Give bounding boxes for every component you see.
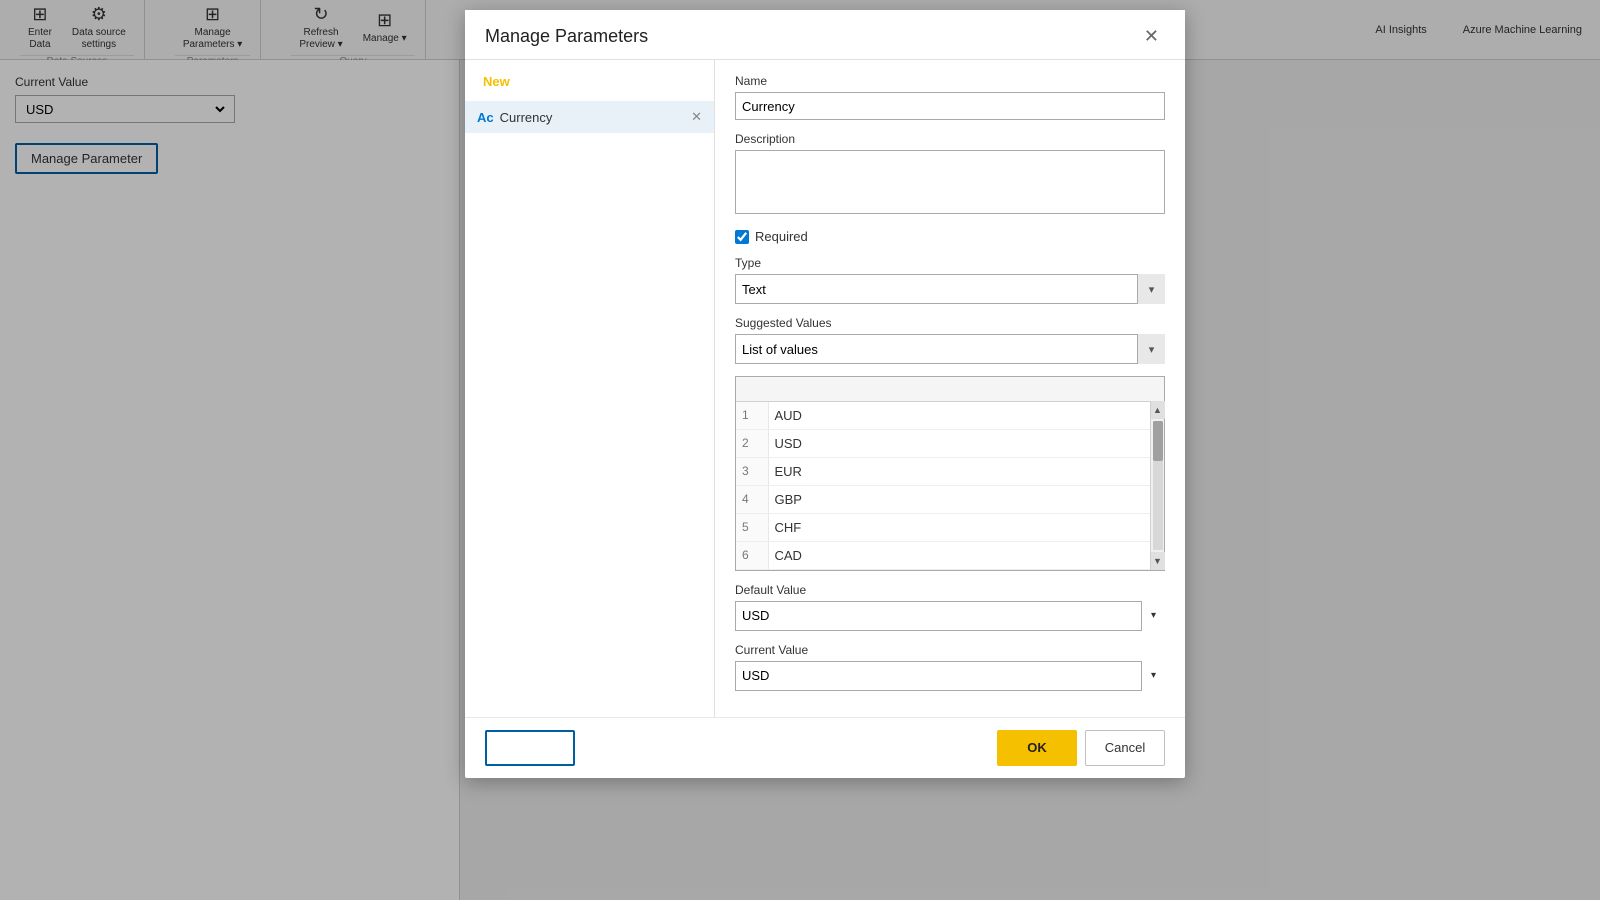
col-value-header [768,377,1164,401]
scrollbar-thumb [1153,421,1163,461]
modal-form: Name Description Required Type Text Num [715,60,1185,717]
ok-button[interactable]: OK [997,730,1077,766]
type-field-row: Type Text Number Date Boolean Binary ▾ [735,256,1165,304]
values-scrollbar: ▲ ▼ [1150,401,1164,570]
default-value-dropdown-wrapper: USD ▾ [735,601,1165,631]
modal-close-button[interactable]: ✕ [1138,24,1165,49]
manage-parameters-modal: Manage Parameters ✕ New Ac Currency ✕ Na… [465,10,1185,778]
row-value[interactable]: CHF [768,513,1164,541]
row-num: 6 [736,541,768,569]
row-value[interactable]: GBP [768,485,1164,513]
values-list-row: 1 AUD 2 USD 3 EUR 4 GBP 5 CHF 6 CAD [735,376,1165,571]
delete-button[interactable] [485,730,575,766]
description-label: Description [735,132,1165,146]
current-value-form-text: USD [742,668,769,683]
table-row[interactable]: 4 GBP [736,485,1164,513]
description-field-row: Description [735,132,1165,217]
scrollbar-track [1153,421,1163,550]
description-textarea[interactable] [735,150,1165,214]
current-value-form-row: Current Value USD ▾ [735,643,1165,691]
name-label: Name [735,74,1165,88]
required-checkbox[interactable] [735,230,749,244]
current-value-form-arrow[interactable]: ▾ [1141,661,1165,691]
name-field-row: Name [735,74,1165,120]
suggested-values-select[interactable]: Any value List of values Query [735,334,1165,364]
row-num: 5 [736,513,768,541]
default-value-arrow[interactable]: ▾ [1141,601,1165,631]
modal-footer: OK Cancel [465,717,1185,778]
default-value-text: USD [742,608,769,623]
default-value-label: Default Value [735,583,1165,597]
row-value[interactable]: USD [768,429,1164,457]
table-row[interactable]: 1 AUD [736,401,1164,429]
modal-param-list: New Ac Currency ✕ [465,60,715,717]
table-row[interactable]: 2 USD [736,429,1164,457]
table-row[interactable]: 6 CAD [736,541,1164,569]
row-num: 1 [736,401,768,429]
type-select[interactable]: Text Number Date Boolean Binary [735,274,1165,304]
required-row: Required [735,229,1165,244]
row-value[interactable]: AUD [768,401,1164,429]
current-value-form-label: Current Value [735,643,1165,657]
values-table: 1 AUD 2 USD 3 EUR 4 GBP 5 CHF 6 CAD [736,377,1164,570]
type-select-wrapper: Text Number Date Boolean Binary ▾ [735,274,1165,304]
modal-titlebar: Manage Parameters ✕ [465,10,1185,60]
current-value-form-dropdown-wrapper: USD ▾ [735,661,1165,691]
current-value-form-dropdown[interactable]: USD [735,661,1165,691]
suggested-values-row: Suggested Values Any value List of value… [735,316,1165,364]
cancel-button[interactable]: Cancel [1085,730,1165,766]
type-label: Type [735,256,1165,270]
row-num: 3 [736,457,768,485]
default-value-dropdown[interactable]: USD [735,601,1165,631]
suggested-values-select-wrapper: Any value List of values Query ▾ [735,334,1165,364]
param-item-name: Currency [500,110,553,125]
param-item-icon: Ac [477,110,494,125]
row-value[interactable]: EUR [768,457,1164,485]
name-input[interactable] [735,92,1165,120]
table-row[interactable]: 3 EUR [736,457,1164,485]
param-item-close-button[interactable]: ✕ [691,109,702,125]
values-table-container: 1 AUD 2 USD 3 EUR 4 GBP 5 CHF 6 CAD [735,376,1165,571]
modal-body: New Ac Currency ✕ Name Description Re [465,60,1185,717]
row-num: 2 [736,429,768,457]
modal-param-item-currency[interactable]: Ac Currency ✕ [465,101,714,133]
row-value[interactable]: CAD [768,541,1164,569]
scroll-up-button[interactable]: ▲ [1151,401,1165,419]
suggested-values-label: Suggested Values [735,316,1165,330]
scroll-down-button[interactable]: ▼ [1151,552,1165,570]
required-label: Required [755,229,808,244]
modal-new-button[interactable]: New [475,70,518,93]
default-value-row: Default Value USD ▾ [735,583,1165,631]
col-num-header [736,377,768,401]
row-num: 4 [736,485,768,513]
table-row[interactable]: 5 CHF [736,513,1164,541]
modal-title: Manage Parameters [485,26,648,47]
